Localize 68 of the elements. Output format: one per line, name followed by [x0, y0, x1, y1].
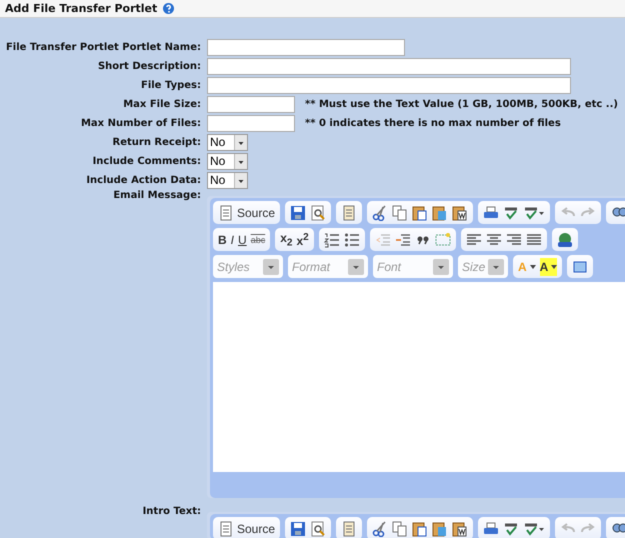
dropdown-field[interactable]: No [207, 172, 248, 189]
dropdown-field[interactable]: No [207, 153, 248, 170]
italic-button[interactable]: I [230, 230, 234, 248]
copy-icon[interactable] [392, 204, 408, 220]
paste-text-icon[interactable] [432, 204, 448, 220]
copy-icon[interactable] [392, 520, 408, 536]
dropdown-icon [433, 258, 449, 274]
strikethrough-button[interactable]: abc [250, 230, 266, 248]
caret-icon [530, 264, 536, 268]
field-label: Max File Size: [122, 99, 201, 110]
scissors-icon[interactable] [372, 520, 388, 536]
field-label: Email Message: [112, 190, 201, 201]
field-label: Include Action Data: [85, 175, 201, 186]
subscript-button[interactable]: x$_{2}$ [280, 230, 292, 248]
field-hint: ** Must use the Text Value (1 GB, 100MB, 500KB, etc ..) [305, 99, 618, 110]
save-icon[interactable] [290, 520, 306, 536]
field-label: Include Comments: [92, 156, 201, 167]
save-icon[interactable] [290, 204, 306, 220]
bulleted-list-icon[interactable] [344, 232, 360, 248]
dropdown-icon [488, 258, 504, 274]
spellcheck-dropdown-icon[interactable] [523, 520, 546, 536]
printer-icon[interactable] [483, 520, 500, 536]
input-field[interactable] [207, 77, 571, 94]
template-icon[interactable] [341, 520, 358, 536]
align-left-icon[interactable] [466, 232, 482, 248]
template-icon[interactable] [341, 204, 358, 220]
spellcheck-icon[interactable] [503, 520, 520, 536]
show-blocks-icon[interactable] [572, 258, 588, 274]
paste-text-icon[interactable] [432, 520, 448, 536]
field-label: Return Receipt: [112, 137, 201, 148]
field-hint: ** 0 indicates there is no max number of files [305, 118, 561, 129]
page-title: Add File Transfer Portlet [5, 2, 158, 15]
help-icon[interactable] [163, 3, 174, 14]
field-label: Intro Text: [142, 506, 201, 517]
dropdown-icon [348, 258, 364, 274]
align-right-icon[interactable] [506, 232, 522, 248]
preview-icon[interactable] [310, 520, 326, 536]
align-center-icon[interactable] [486, 232, 502, 248]
indent-icon[interactable] [394, 232, 411, 248]
document-icon [218, 204, 234, 220]
paste-icon[interactable] [412, 204, 428, 220]
paste-word-icon[interactable] [452, 520, 468, 536]
document-icon [218, 520, 234, 536]
dropdown-field[interactable]: No [207, 134, 248, 151]
paste-icon[interactable] [412, 520, 428, 536]
field-label: Short Description: [96, 61, 201, 72]
background-color-button[interactable]: A [540, 258, 558, 276]
globe-link-icon[interactable] [556, 232, 573, 248]
dropdown-icon [263, 258, 279, 274]
spellcheck-icon[interactable] [503, 204, 520, 220]
superscript-button[interactable]: x$^{2}$ [296, 230, 309, 248]
caret-icon [551, 264, 558, 268]
spellcheck-dropdown-icon[interactable] [523, 204, 546, 220]
field-label: Max Number of Files: [80, 118, 201, 129]
printer-icon[interactable] [483, 204, 500, 220]
numbered-list-icon[interactable] [324, 232, 340, 248]
underline-button[interactable]: U [238, 230, 247, 248]
preview-icon[interactable] [310, 204, 326, 220]
scissors-icon[interactable] [372, 204, 388, 220]
paste-word-icon[interactable] [452, 204, 468, 220]
bold-button[interactable]: B [218, 230, 227, 248]
input-field[interactable] [207, 39, 405, 56]
input-field[interactable] [207, 115, 295, 132]
justify-icon[interactable] [526, 232, 542, 248]
field-label: File Transfer Portlet Portlet Name: [4, 42, 201, 53]
input-field[interactable] [207, 58, 571, 75]
input-field[interactable] [207, 96, 295, 113]
field-label: File Types: [140, 80, 201, 91]
